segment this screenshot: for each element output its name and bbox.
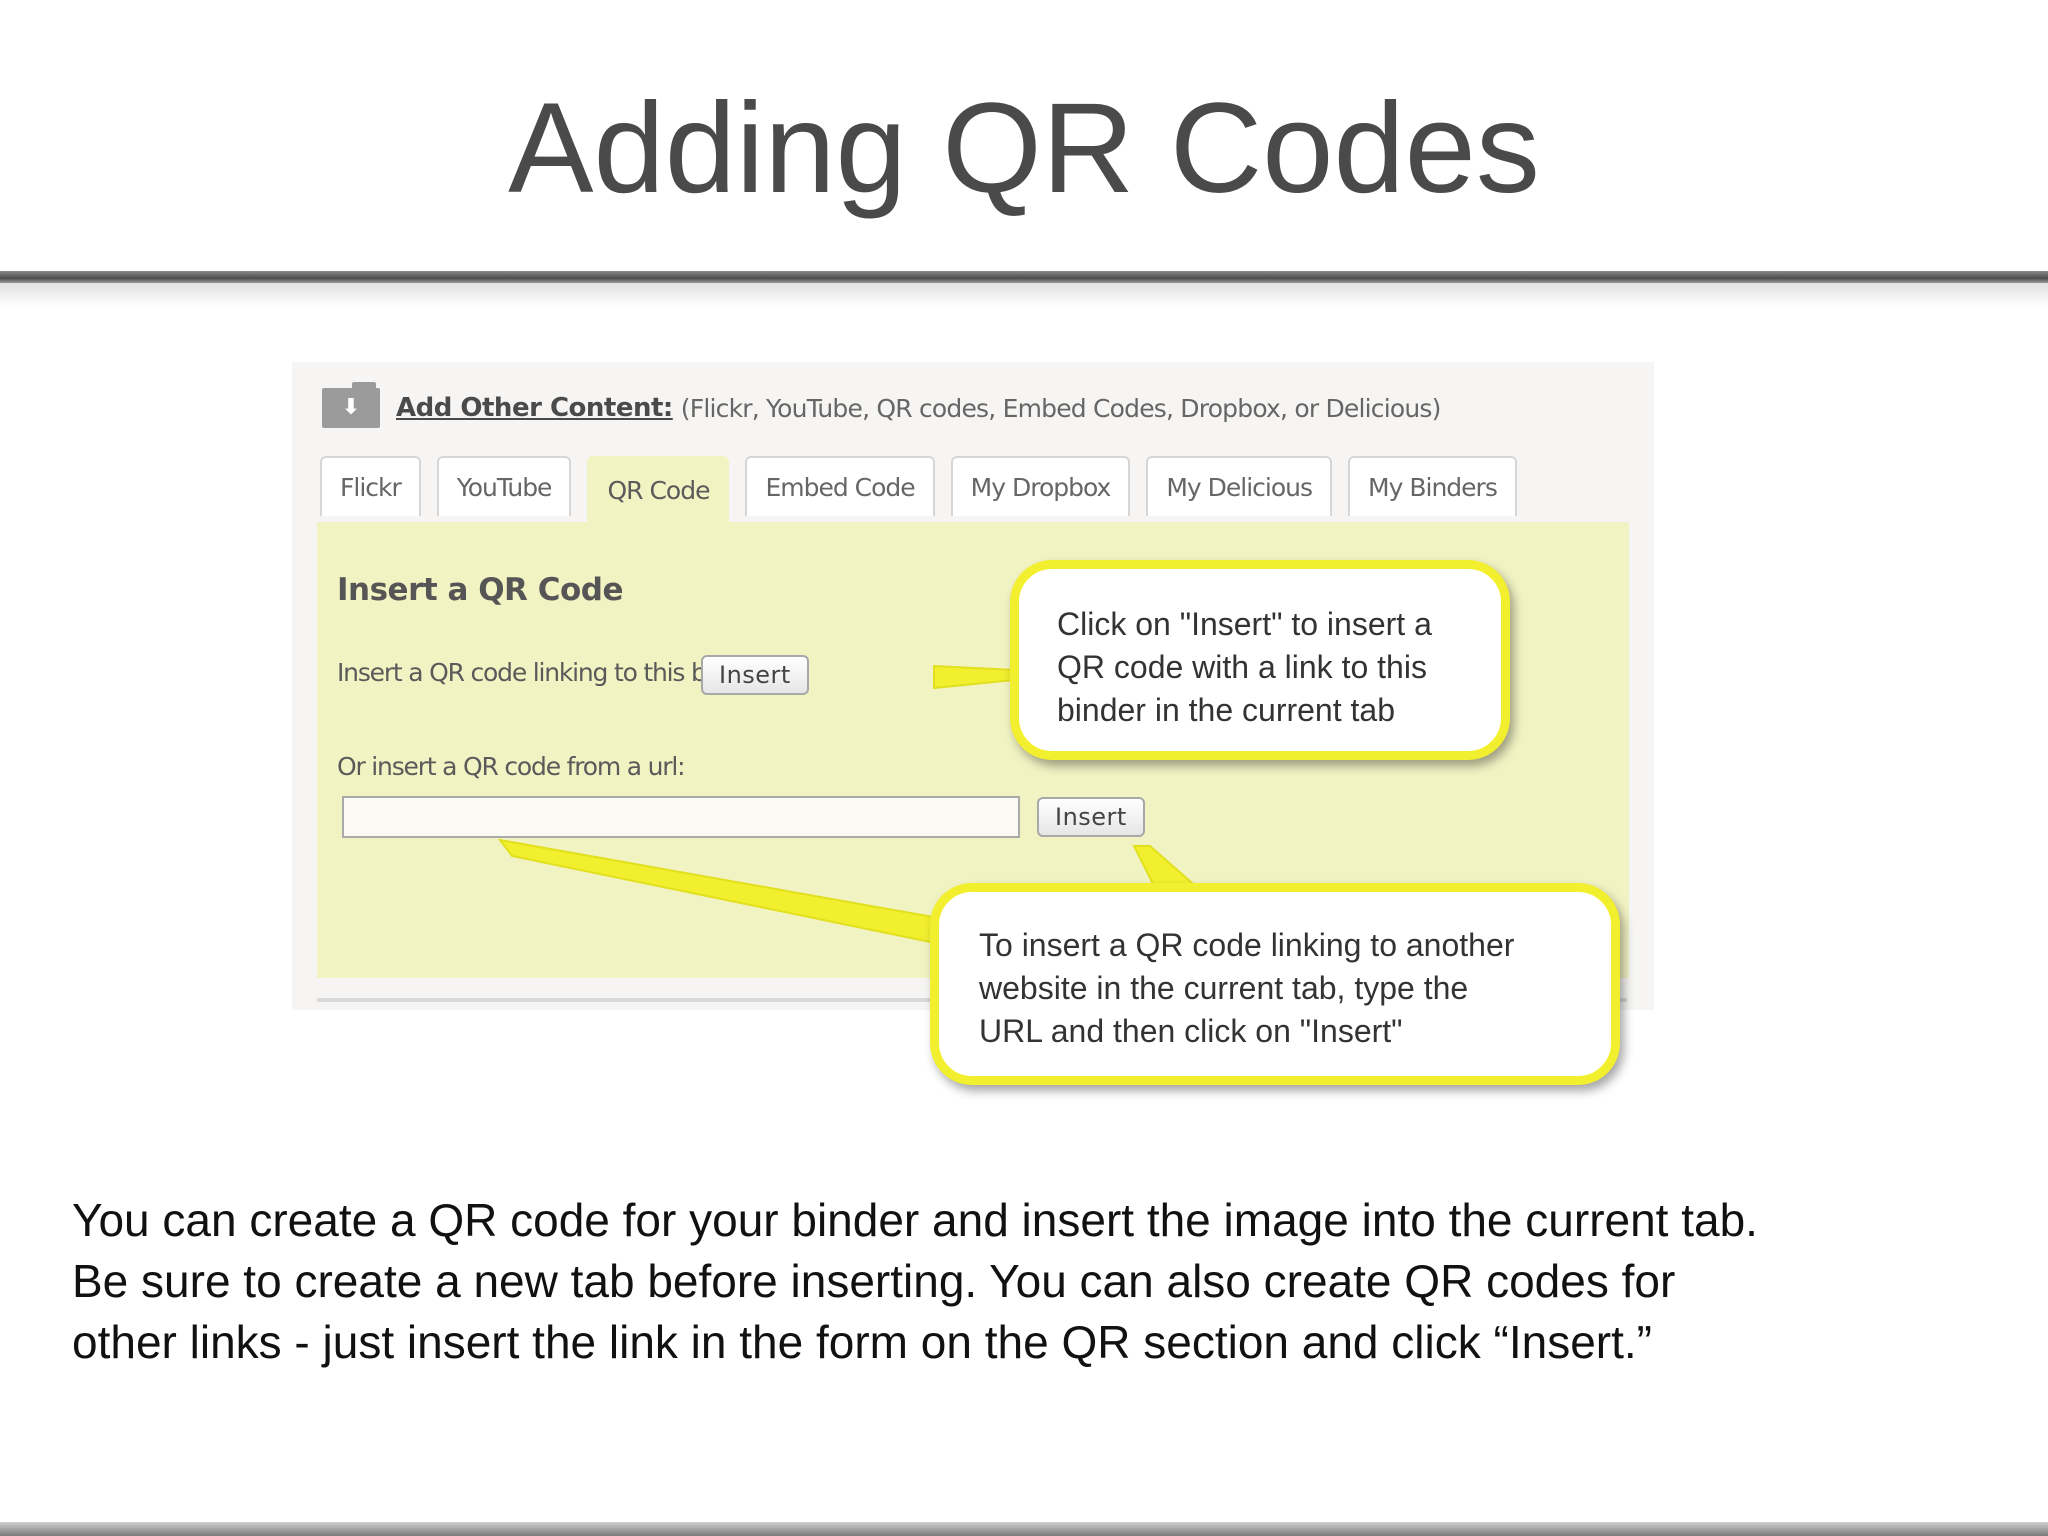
tab-qr-code[interactable]: QR Code	[587, 456, 730, 522]
binder-insert-callout: Click on "Insert" to insert a QR code wi…	[1010, 560, 1510, 760]
callout-line: To insert a QR code linking to another	[979, 927, 1515, 963]
add-other-content-link[interactable]: Add Other Content:	[396, 393, 673, 423]
insert-url-qr-button[interactable]: Insert	[1037, 797, 1145, 837]
callout-line: QR code with a link to this	[1057, 649, 1427, 685]
insert-binder-qr-button[interactable]: Insert	[701, 655, 809, 695]
panel-heading: Insert a QR Code	[337, 572, 623, 608]
callout-line: website in the current tab, type the	[979, 970, 1469, 1006]
slide-title: Adding QR Codes	[508, 77, 1540, 220]
callout-line: URL and then click on "Insert"	[979, 1013, 1403, 1049]
header-divider-shadow	[0, 283, 2048, 307]
tab-my-dropbox[interactable]: My Dropbox	[950, 456, 1131, 516]
tab-flickr[interactable]: Flickr	[320, 456, 421, 516]
content-tabs: Flickr YouTube QR Code Embed Code My Dro…	[320, 456, 1533, 522]
tab-youtube[interactable]: YouTube	[436, 456, 572, 516]
body-line: other links - just insert the link in th…	[72, 1316, 1652, 1368]
callout-line: Click on "Insert" to insert a	[1057, 606, 1432, 642]
folder-download-icon: ⬇	[322, 382, 380, 428]
slide-body-text: You can create a QR code for your binder…	[72, 1190, 2002, 1373]
tab-my-delicious[interactable]: My Delicious	[1146, 456, 1333, 516]
header-divider	[0, 271, 2048, 283]
body-line: Be sure to create a new tab before inser…	[72, 1255, 1676, 1307]
add-other-content-description: (Flickr, YouTube, QR codes, Embed Codes,…	[680, 393, 1442, 423]
url-insert-callout: To insert a QR code linking to another w…	[930, 883, 1620, 1085]
footer-divider	[0, 1522, 2048, 1536]
callout-line: binder in the current tab	[1057, 692, 1395, 728]
tab-my-binders[interactable]: My Binders	[1348, 456, 1517, 516]
qr-url-input[interactable]	[342, 796, 1020, 838]
add-other-content-header: ⬇ Add Other Content: (Flickr, YouTube, Q…	[322, 382, 1442, 430]
tab-embed-code[interactable]: Embed Code	[745, 456, 935, 516]
url-qr-label: Or insert a QR code from a url:	[337, 752, 686, 781]
body-line: You can create a QR code for your binder…	[72, 1194, 1758, 1246]
